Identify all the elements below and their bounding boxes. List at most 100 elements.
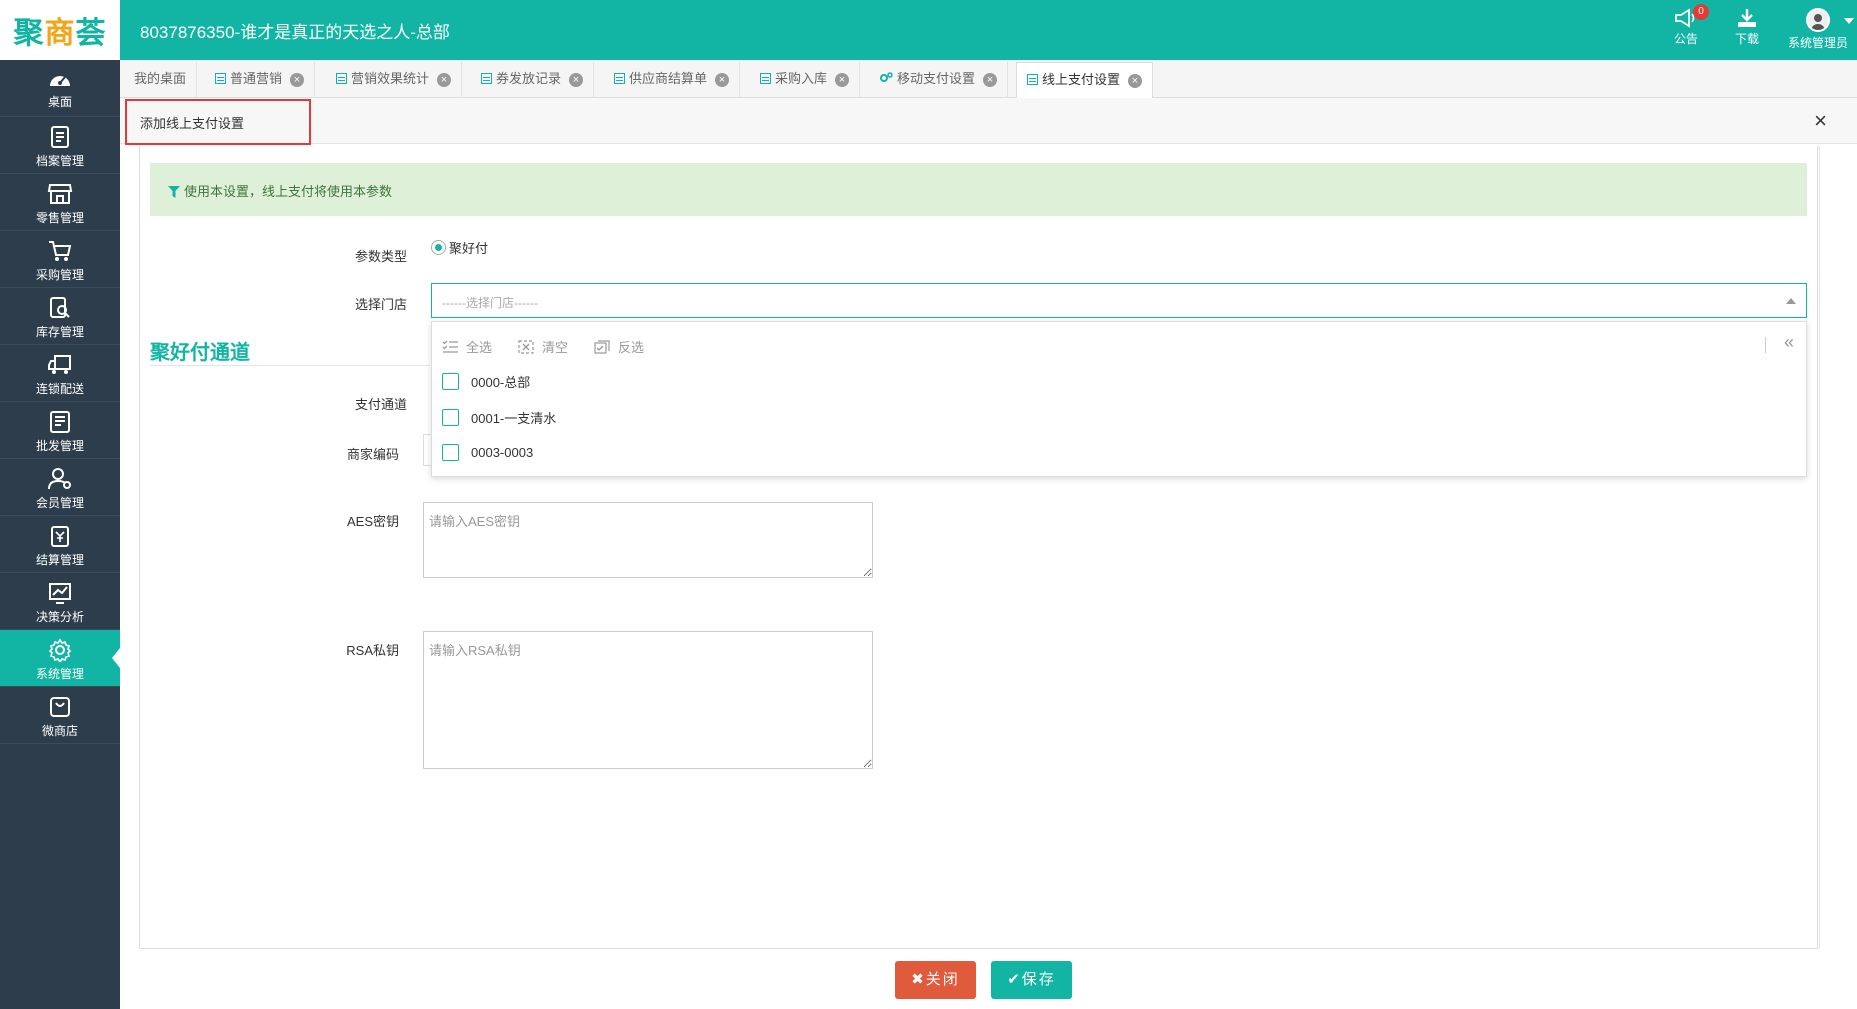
rsa-key-label: RSA私钥 <box>346 643 399 658</box>
settlement-icon <box>51 526 69 547</box>
dropdown-toolbar: 全选 清空 反选 <box>442 337 644 356</box>
notice-count-badge: 0 <box>1693 4 1709 20</box>
checkbox[interactable] <box>442 373 459 390</box>
tab-general-marketing[interactable]: 普通营销 × <box>205 62 316 98</box>
store-option[interactable]: 0001-一支清水 <box>442 408 556 427</box>
tab-label: 移动支付设置 <box>897 71 976 86</box>
caret-up-icon <box>1786 298 1796 304</box>
list-check-icon <box>442 340 458 353</box>
invert-button[interactable]: 反选 <box>594 337 644 356</box>
param-type-radio[interactable]: 聚好付 <box>431 238 488 257</box>
close-icon[interactable]: × <box>437 73 452 87</box>
panel-title: 添加线上支付设置 <box>140 116 245 131</box>
gears-icon <box>880 72 893 82</box>
download-icon <box>1738 9 1756 27</box>
store-select-placeholder: ------选择门店------ <box>442 296 538 310</box>
sidebar-item-analysis[interactable]: 决策分析 <box>0 573 120 630</box>
close-button[interactable]: ✖关闭 <box>895 961 976 999</box>
panel-header: 添加线上支付设置 × <box>120 98 1857 145</box>
chart-icon <box>49 583 71 604</box>
list-icon <box>1027 74 1038 85</box>
scrollbar[interactable] <box>1819 146 1837 949</box>
list-icon <box>336 73 347 84</box>
select-all-button[interactable]: 全选 <box>442 337 492 356</box>
checkbox[interactable] <box>442 409 459 426</box>
sidebar-item-wholesale[interactable]: 批发管理 <box>0 402 120 459</box>
download-button[interactable]: 下载 <box>1722 8 1772 47</box>
sidebar-item-delivery[interactable]: 连锁配送 <box>0 345 120 402</box>
notice-button[interactable]: 0 公告 <box>1661 4 1711 47</box>
clear-button[interactable]: 清空 <box>518 337 568 356</box>
list-icon <box>215 73 226 84</box>
collapse-button[interactable]: « <box>1784 332 1794 353</box>
member-icon <box>48 468 71 490</box>
select-all-label: 全选 <box>466 340 493 355</box>
sidebar-item-system[interactable]: 系统管理 <box>0 630 120 687</box>
list-icon <box>481 73 492 84</box>
invert-label: 反选 <box>618 340 645 355</box>
tab-coupon-records[interactable]: 券发放记录 × <box>471 62 595 98</box>
list-icon <box>614 73 625 84</box>
sidebar-item-label: 系统管理 <box>35 667 84 681</box>
tab-supplier-settlement[interactable]: 供应商结算单 × <box>604 62 741 98</box>
avatar <box>1806 8 1830 32</box>
sidebar-item-settlement[interactable]: 结算管理 <box>0 516 120 573</box>
merchant-code-field[interactable] <box>423 434 431 466</box>
aes-key-label: AES密钥 <box>346 514 399 529</box>
logo-text: 聚商荟 <box>13 16 107 51</box>
param-type-label: 参数类型 <box>354 249 407 264</box>
notice-label: 公告 <box>1673 32 1698 46</box>
form-container <box>139 146 1818 949</box>
tab-mobile-pay-settings[interactable]: 移动支付设置 × <box>869 62 1009 98</box>
tab-marketing-stats[interactable]: 营销效果统计 × <box>326 62 463 98</box>
sidebar-item-member[interactable]: 会员管理 <box>0 459 120 516</box>
sidebar-item-label: 微商店 <box>41 724 78 738</box>
clear-icon <box>518 339 534 354</box>
store-option[interactable]: 0003-0003 <box>442 444 533 461</box>
sidebar-item-microshop[interactable]: 微商店 <box>0 687 120 744</box>
user-menu[interactable]: 系统管理员 <box>1788 8 1854 51</box>
info-alert: 使用本设置，线上支付将使用本参数 <box>150 163 1807 216</box>
list-icon <box>760 73 771 84</box>
truck-icon <box>48 355 71 374</box>
tab-label: 线上支付设置 <box>1042 72 1121 87</box>
aes-key-field[interactable] <box>423 502 873 578</box>
top-header: 聚商荟 8037876350-谁才是真正的天选之人-总部 0 公告 下载 系统管… <box>0 0 1857 60</box>
tab-label: 普通营销 <box>230 71 283 86</box>
close-icon[interactable]: × <box>715 73 730 87</box>
sidebar-item-label: 库存管理 <box>35 325 84 339</box>
tab-label: 券发放记录 <box>496 71 562 86</box>
tab-online-pay-settings[interactable]: 线上支付设置 × <box>1016 62 1154 99</box>
gear-icon <box>48 638 72 662</box>
sidebar-item-label: 零售管理 <box>35 211 84 225</box>
sidebar-item-desktop[interactable]: 桌面 <box>0 60 120 117</box>
inventory-icon <box>50 297 70 318</box>
sidebar-item-archive[interactable]: 档案管理 <box>0 117 120 174</box>
close-icon[interactable]: × <box>835 73 850 87</box>
shop-bag-icon <box>50 697 70 717</box>
tab-purchase-inbound[interactable]: 采购入库 × <box>750 62 861 98</box>
filter-icon <box>168 186 180 198</box>
tab-my-desktop[interactable]: 我的桌面 <box>124 62 198 98</box>
close-icon[interactable]: × <box>1128 74 1143 88</box>
tab-label: 营销效果统计 <box>351 71 430 86</box>
sidebar-item-retail[interactable]: 零售管理 <box>0 174 120 231</box>
close-icon[interactable]: × <box>290 73 305 87</box>
sidebar-item-inventory[interactable]: 库存管理 <box>0 288 120 345</box>
save-button[interactable]: ✔保存 <box>991 961 1072 999</box>
store-option[interactable]: 0000-总部 <box>442 372 530 391</box>
rsa-key-field[interactable] <box>423 631 873 769</box>
close-icon[interactable]: × <box>569 73 584 87</box>
store-select[interactable]: ------选择门店------ <box>431 283 1807 318</box>
close-icon[interactable]: × <box>983 73 998 87</box>
sidebar-item-label: 会员管理 <box>35 496 84 510</box>
checkbox[interactable] <box>442 444 459 461</box>
store-option-label: 0000-总部 <box>471 375 531 390</box>
download-label: 下载 <box>1734 32 1759 46</box>
sidebar-item-purchase[interactable]: 采购管理 <box>0 231 120 288</box>
app-title: 8037876350-谁才是真正的天选之人-总部 <box>140 23 450 42</box>
panel-close-button[interactable]: × <box>1814 108 1827 134</box>
sidebar-item-label: 决策分析 <box>35 610 84 624</box>
clear-label: 清空 <box>542 340 569 355</box>
radio-button[interactable] <box>431 240 446 255</box>
